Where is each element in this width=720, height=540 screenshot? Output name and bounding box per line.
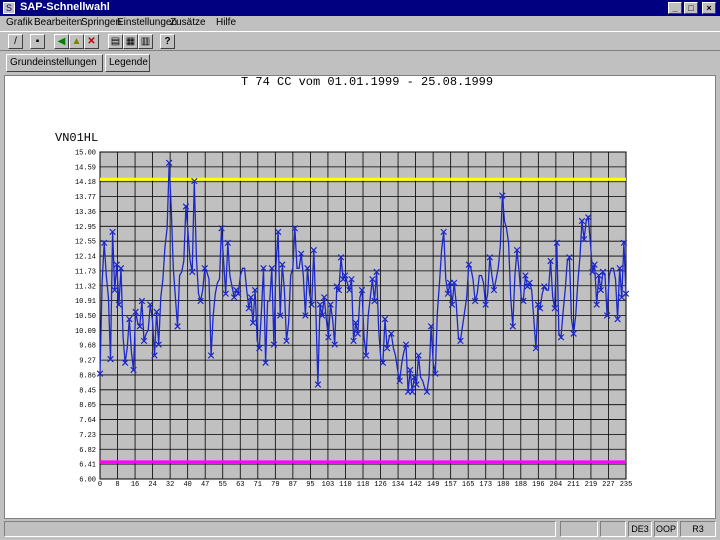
y-tick-label: 10.91 <box>75 298 96 306</box>
x-tick-label: 32 <box>166 481 174 489</box>
y-tick-label: 7.64 <box>79 417 96 425</box>
maximize-button[interactable]: □ <box>684 2 698 14</box>
chart-title: VN01HL <box>55 131 98 145</box>
x-tick-label: 40 <box>183 481 191 489</box>
y-tick-label: 10.50 <box>75 313 96 321</box>
y-tick-label: 6.00 <box>79 477 96 485</box>
x-tick-label: 16 <box>131 481 139 489</box>
y-tick-label: 8.45 <box>79 387 96 395</box>
menu-hilfe[interactable]: Hilfe <box>216 17 236 28</box>
y-tick-label: 14.59 <box>75 164 96 172</box>
menu-grafik[interactable]: Grafik <box>6 17 33 28</box>
back-icon[interactable]: ◀ <box>54 34 69 49</box>
application-toolbar: Grundeinstellungen Legende <box>0 52 720 74</box>
x-tick-label: 110 <box>339 481 352 489</box>
y-tick-label: 6.82 <box>79 447 96 455</box>
y-tick-label: 7.23 <box>79 432 96 440</box>
x-tick-label: 79 <box>271 481 279 489</box>
grundeinstellungen-button[interactable]: Grundeinstellungen <box>6 54 103 72</box>
title-bar: S SAP-Schnellwahl _ □ × <box>0 0 720 16</box>
x-tick-label: 188 <box>514 481 527 489</box>
menu-bearbeiten[interactable]: Bearbeiten <box>34 17 82 28</box>
menu-bar: Grafik Bearbeiten Springen Einstellungen… <box>0 16 720 30</box>
x-tick-label: 0 <box>98 481 102 489</box>
status-client: OOP <box>654 521 678 537</box>
x-tick-label: 173 <box>479 481 492 489</box>
x-tick-label: 134 <box>392 481 405 489</box>
help-icon[interactable]: ? <box>160 34 175 49</box>
x-tick-label: 142 <box>409 481 422 489</box>
y-tick-label: 12.14 <box>75 254 96 262</box>
edit-icon[interactable]: / <box>8 34 23 49</box>
menu-einstellungen[interactable]: Einstellungen <box>117 17 177 28</box>
x-tick-label: 219 <box>585 481 598 489</box>
print-icon[interactable]: ▤ <box>108 34 123 49</box>
find-next-icon[interactable]: ▥ <box>138 34 153 49</box>
x-tick-label: 165 <box>462 481 475 489</box>
control-chart: T 74 CC vom 01.01.1999 - 25.08.1999 VN01… <box>55 75 633 489</box>
x-tick-label: 95 <box>306 481 314 489</box>
y-tick-label: 6.41 <box>79 462 96 470</box>
y-tick-label: 9.27 <box>79 358 96 366</box>
x-tick-label: 227 <box>602 481 615 489</box>
find-icon[interactable]: ▦ <box>123 34 138 49</box>
y-tick-label: 9.68 <box>79 343 96 351</box>
x-tick-label: 24 <box>148 481 156 489</box>
header-line: T 74 CC vom 01.01.1999 - 25.08.1999 <box>241 76 493 89</box>
y-tick-label: 11.73 <box>75 268 96 276</box>
x-tick-label: 71 <box>254 481 262 489</box>
y-tick-label: 8.86 <box>79 372 96 380</box>
status-bar: DE3 OOP R3 <box>0 520 720 540</box>
status-server: R3 <box>680 521 716 537</box>
menu-zusaetze[interactable]: Zusätze <box>170 17 206 28</box>
y-tick-label: 10.09 <box>75 328 96 336</box>
status-field-2 <box>600 521 626 537</box>
status-system: DE3 <box>628 521 652 537</box>
x-tick-label: 211 <box>567 481 580 489</box>
x-tick-label: 196 <box>532 481 545 489</box>
y-tick-label: 14.18 <box>75 179 96 187</box>
x-tick-label: 63 <box>236 481 244 489</box>
y-tick-label: 15.00 <box>75 150 96 158</box>
x-tick-label: 87 <box>289 481 297 489</box>
save-icon[interactable]: ▪ <box>30 34 45 49</box>
x-tick-label: 47 <box>201 481 209 489</box>
x-tick-label: 126 <box>374 481 387 489</box>
status-message <box>4 521 556 537</box>
menu-springen[interactable]: Springen <box>81 17 121 28</box>
x-tick-label: 149 <box>427 481 440 489</box>
chart-area: T 74 CC vom 01.01.1999 - 25.08.1999 VN01… <box>4 75 716 519</box>
x-tick-label: 204 <box>550 481 563 489</box>
sap-icon[interactable]: S <box>3 2 15 14</box>
up-icon[interactable]: ▲ <box>69 34 84 49</box>
x-tick-label: 157 <box>444 481 457 489</box>
x-tick-label: 55 <box>219 481 227 489</box>
x-tick-label: 118 <box>357 481 370 489</box>
window-title: SAP-Schnellwahl <box>20 1 110 13</box>
x-tick-label: 103 <box>322 481 335 489</box>
x-tick-label: 180 <box>497 481 510 489</box>
y-tick-label: 13.36 <box>75 209 96 217</box>
minimize-button[interactable]: _ <box>668 2 682 14</box>
y-tick-label: 8.05 <box>79 402 96 410</box>
y-tick-label: 13.77 <box>75 194 96 202</box>
close-button[interactable]: × <box>702 2 716 14</box>
legende-button[interactable]: Legende <box>105 54 150 72</box>
x-tick-label: 235 <box>620 481 633 489</box>
y-tick-label: 12.55 <box>75 239 96 247</box>
toolbar: / ▪ ◀ ▲ ✕ ▤ ▦ ▥ ? <box>0 31 720 51</box>
x-tick-label: 8 <box>115 481 119 489</box>
y-tick-label: 12.95 <box>75 224 96 232</box>
status-field-1 <box>560 521 598 537</box>
cancel-icon[interactable]: ✕ <box>84 34 99 49</box>
y-tick-label: 11.32 <box>75 283 96 291</box>
